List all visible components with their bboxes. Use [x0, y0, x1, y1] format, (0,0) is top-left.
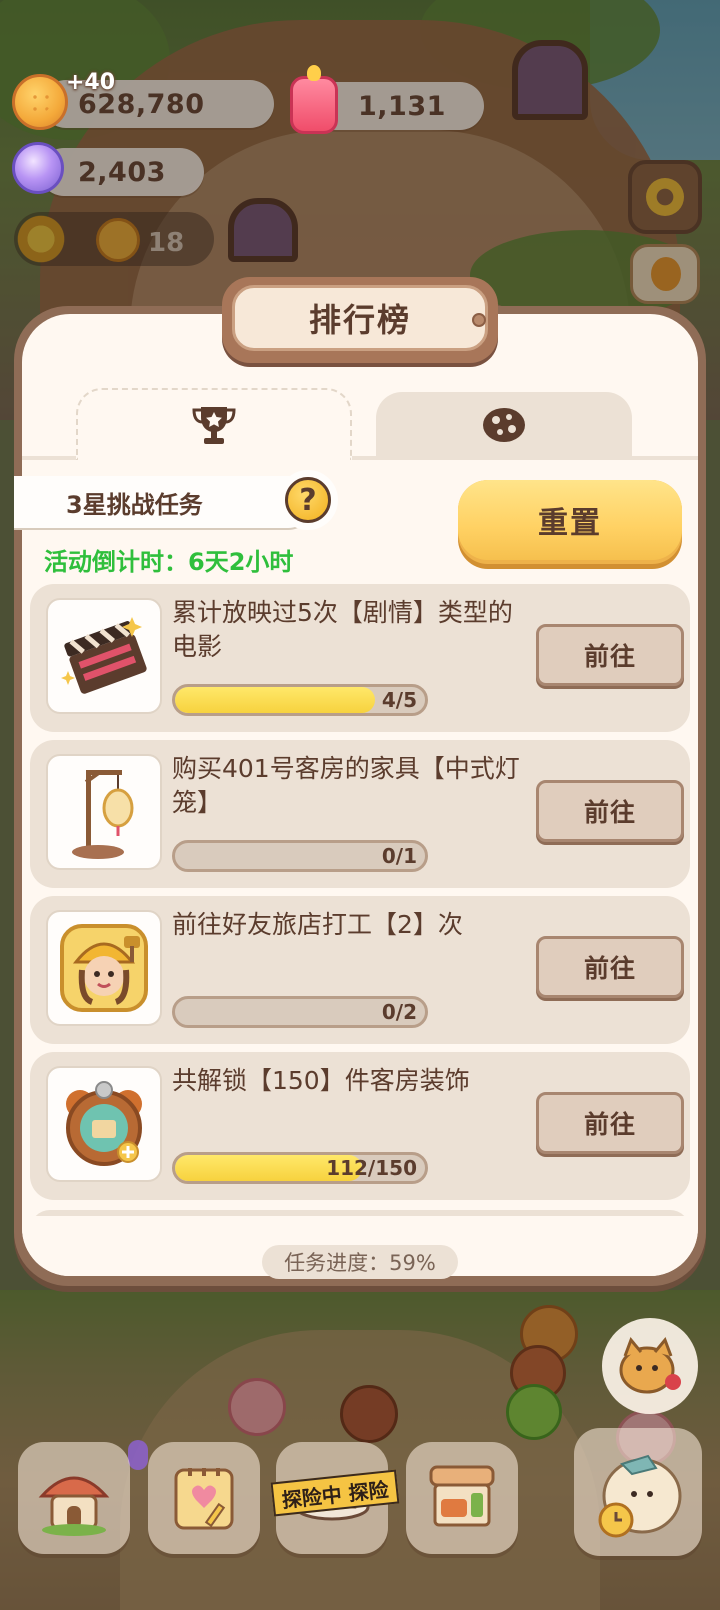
task-icon-frame	[46, 754, 162, 870]
progress-label: 4/5	[381, 688, 417, 712]
gem-icon	[12, 142, 64, 194]
worker-avatar-icon	[60, 924, 148, 1012]
dock-pet-button[interactable]	[574, 1428, 702, 1556]
mushroom-house-icon	[38, 1476, 110, 1536]
dock-home-button[interactable]	[18, 1442, 130, 1554]
event-countdown: 活动倒计时： 6天2小时	[44, 542, 293, 577]
task-progress-bar: 0/1	[172, 840, 428, 872]
go-button[interactable]: 前往	[536, 780, 684, 842]
coin-icon	[12, 74, 68, 130]
overall-task-progress: 任务进度：59%	[262, 1245, 458, 1279]
coin-gain-badge: +40	[66, 70, 116, 95]
task-card: 累计放映过5次【剧情】类型的电影 4/5 前往	[30, 584, 690, 732]
go-label: 前往	[583, 642, 636, 671]
task-icon-frame	[46, 910, 162, 1026]
panel-title-text: 排行榜	[308, 301, 411, 339]
decor-badge-icon	[66, 1081, 142, 1166]
overall-progress-text: 任务进度：59%	[284, 1251, 436, 1275]
pet-clock-icon	[598, 1454, 682, 1538]
tab-trophy-tasks[interactable]	[76, 388, 352, 460]
dock-notes-button[interactable]	[148, 1442, 260, 1554]
task-icon-frame	[46, 598, 162, 714]
task-description: 前往好友旅店打工【2】次	[172, 910, 463, 939]
dock-furniture-button[interactable]	[406, 1442, 518, 1554]
go-button[interactable]: 前往	[536, 936, 684, 998]
task-description: 购买401号客房的家具【中式灯笼】	[172, 754, 520, 817]
notebook-icon	[174, 1468, 234, 1530]
reset-label: 重置	[538, 506, 602, 541]
countdown-value: 6天2小时	[188, 548, 294, 576]
help-button[interactable]: ?	[278, 470, 338, 530]
task-progress-bar: 4/5	[172, 684, 428, 716]
progress-fill	[175, 687, 375, 713]
task-description: 累计放映过5次【剧情】类型的电影	[172, 598, 513, 661]
event-flag	[128, 1440, 148, 1470]
task-progress-bar: 112/150	[172, 1152, 428, 1184]
question-icon: ?	[285, 477, 331, 523]
task-card: 共解锁【150】件客房装饰 112/150 前往	[30, 1052, 690, 1200]
event-title-pill: 3星挑战任务	[14, 476, 314, 528]
reset-button[interactable]: 重置	[458, 480, 682, 564]
furniture-shop-icon	[429, 1465, 495, 1527]
progress-label: 112/150	[326, 1156, 417, 1180]
countdown-label: 活动倒计时：	[44, 548, 188, 576]
task-description: 共解锁【150】件客房装饰	[172, 1066, 470, 1095]
go-label: 前往	[583, 954, 636, 983]
tab-cookie-ranking[interactable]	[376, 392, 632, 458]
progress-label: 0/2	[381, 1000, 417, 1024]
go-label: 前往	[583, 1110, 636, 1139]
go-label: 前往	[583, 798, 636, 827]
trophy-icon	[192, 407, 236, 444]
pet-speech-bubble[interactable]	[602, 1318, 698, 1414]
cookie-icon	[483, 408, 525, 442]
task-card: 前往好友旅店打工【2】次 0/2 前往	[30, 896, 690, 1044]
event-title: 3星挑战任务	[66, 490, 203, 519]
clapperboard-icon	[61, 617, 147, 694]
rivet-right	[472, 313, 486, 327]
task-progress-bar: 0/2	[172, 996, 428, 1028]
go-button[interactable]: 前往	[536, 1092, 684, 1154]
task-icon-frame	[46, 1066, 162, 1182]
reset-button-face: 重置	[458, 480, 682, 560]
help-glyph: ?	[299, 482, 317, 518]
go-button[interactable]: 前往	[536, 624, 684, 686]
candle-icon	[290, 65, 338, 134]
cat-pet-icon	[619, 1337, 681, 1394]
lantern-icon	[72, 770, 134, 859]
panel-title-plate: 排行榜	[222, 277, 498, 363]
progress-label: 0/1	[381, 844, 417, 868]
task-card: 购买401号客房的家具【中式灯笼】 0/1 前往	[30, 740, 690, 888]
panel-title: 排行榜	[232, 285, 488, 351]
